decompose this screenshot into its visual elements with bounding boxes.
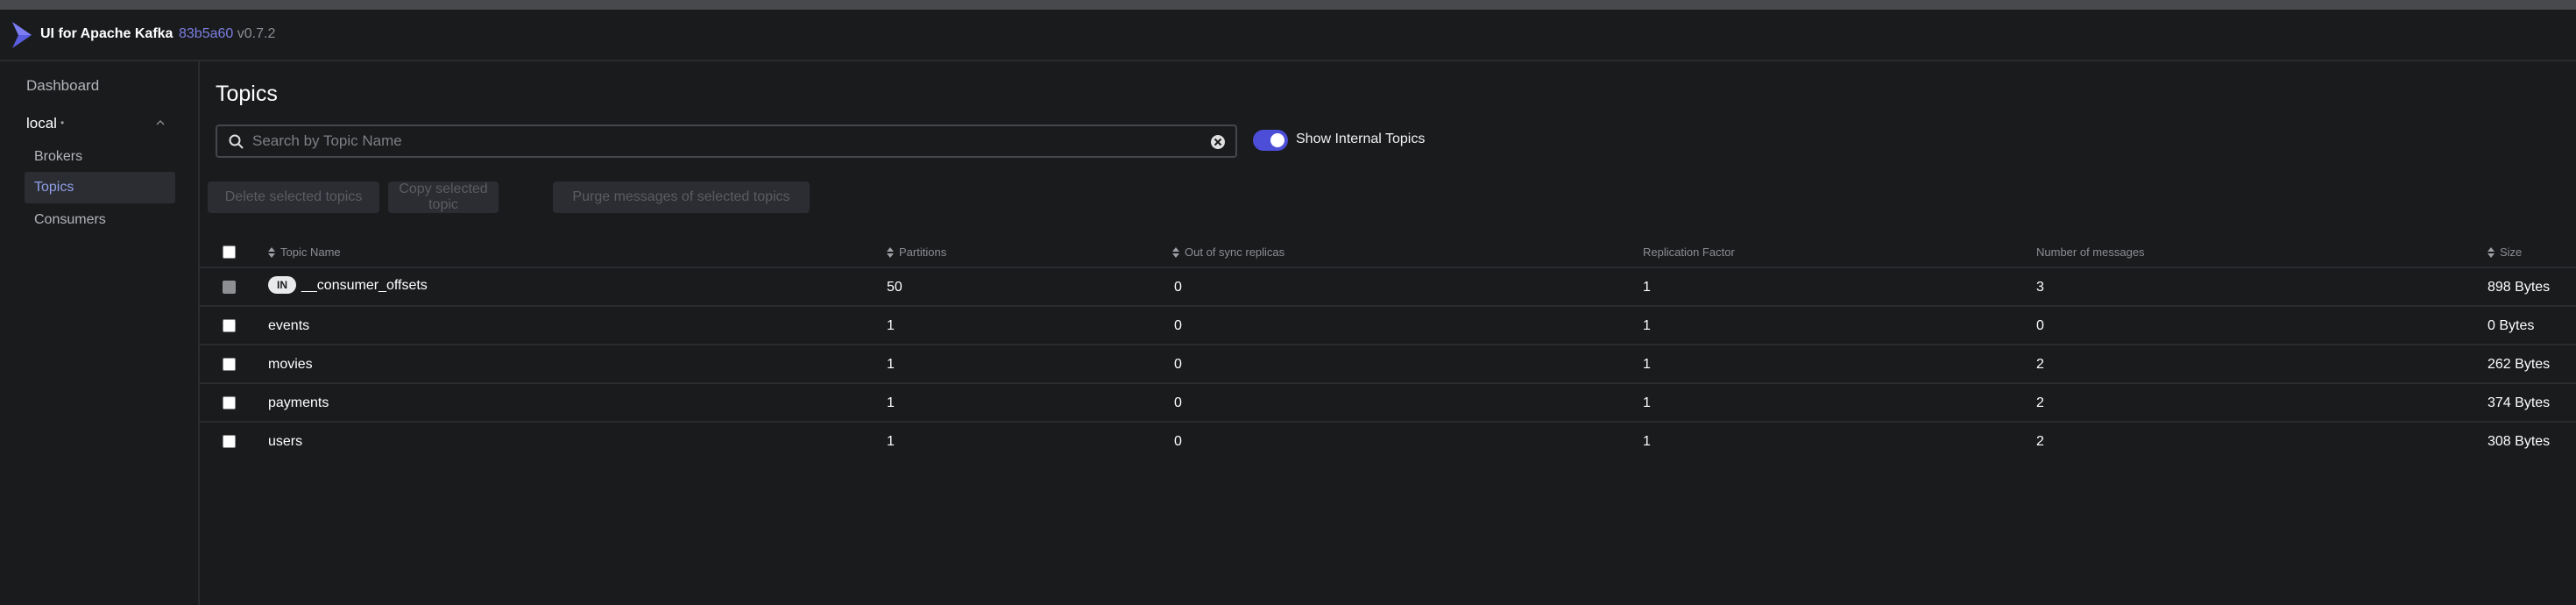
messages-cell: 2 bbox=[2036, 395, 2044, 410]
messages-cell: 0 bbox=[2036, 318, 2044, 333]
replication-factor-cell: 1 bbox=[1643, 434, 1651, 449]
topic-search-box bbox=[216, 125, 1237, 158]
header-out-of-sync[interactable]: Out of sync replicas bbox=[1172, 246, 1284, 259]
partitions-cell: 1 bbox=[887, 395, 895, 410]
purge-messages-button[interactable]: Purge messages of selected topics bbox=[553, 182, 810, 213]
out-of-sync-cell: 0 bbox=[1174, 434, 1182, 449]
header-topic-name[interactable]: Topic Name bbox=[268, 246, 341, 259]
row-checkbox[interactable] bbox=[223, 435, 236, 448]
row-checkbox[interactable] bbox=[223, 358, 236, 371]
header-number-of-messages-label: Number of messages bbox=[2036, 246, 2145, 259]
internal-badge: IN bbox=[268, 276, 296, 294]
table-row[interactable]: users 1 0 1 2 308 Bytes bbox=[200, 423, 2576, 461]
row-checkbox bbox=[223, 281, 236, 294]
row-checkbox[interactable] bbox=[223, 319, 236, 332]
header-replication-factor-label: Replication Factor bbox=[1643, 246, 1735, 259]
cluster-status-dot: • bbox=[60, 117, 65, 129]
out-of-sync-cell: 0 bbox=[1174, 395, 1182, 410]
replication-factor-cell: 1 bbox=[1643, 395, 1651, 410]
out-of-sync-cell: 0 bbox=[1174, 357, 1182, 372]
header-size-label: Size bbox=[2500, 246, 2523, 259]
kafka-logo-icon[interactable] bbox=[11, 21, 33, 49]
out-of-sync-cell: 0 bbox=[1174, 318, 1182, 333]
partitions-cell: 1 bbox=[887, 434, 895, 449]
replication-factor-cell: 1 bbox=[1643, 357, 1651, 372]
version-info: 83b5a60 v0.7.2 bbox=[179, 26, 275, 42]
topic-name-link[interactable]: users bbox=[268, 434, 302, 450]
size-cell: 308 Bytes bbox=[2488, 434, 2551, 449]
version-hash-link[interactable]: 83b5a60 bbox=[179, 26, 233, 41]
sidebar-item-topics[interactable]: Topics bbox=[34, 180, 74, 196]
topic-name-link[interactable]: movies bbox=[268, 357, 313, 373]
table-header: Topic Name Partitions Out of sync replic… bbox=[200, 235, 2576, 268]
sort-icon bbox=[887, 246, 894, 258]
messages-cell: 2 bbox=[2036, 434, 2044, 449]
show-internal-topics-toggle[interactable] bbox=[1253, 130, 1288, 151]
chevron-up-icon[interactable] bbox=[156, 118, 165, 127]
size-cell: 0 Bytes bbox=[2488, 318, 2535, 333]
clear-search-icon[interactable] bbox=[1209, 133, 1227, 151]
top-header: UI for Apache Kafka 83b5a60 v0.7.2 bbox=[0, 10, 2576, 61]
sort-icon bbox=[2488, 246, 2495, 258]
version-tag: v0.7.2 bbox=[237, 26, 276, 41]
show-internal-topics-label: Show Internal Topics bbox=[1296, 132, 1426, 146]
delete-selected-topics-button[interactable]: Delete selected topics bbox=[208, 182, 379, 213]
partitions-cell: 50 bbox=[887, 280, 902, 295]
header-partitions-label: Partitions bbox=[899, 246, 947, 259]
sidebar-item-dashboard[interactable]: Dashboard bbox=[26, 77, 99, 95]
topic-name-link[interactable]: __consumer_offsets bbox=[301, 278, 428, 293]
page-title: Topics bbox=[216, 82, 278, 106]
header-partitions[interactable]: Partitions bbox=[887, 246, 946, 259]
replication-factor-cell: 1 bbox=[1643, 280, 1651, 295]
out-of-sync-cell: 0 bbox=[1174, 280, 1182, 295]
messages-cell: 2 bbox=[2036, 357, 2044, 372]
copy-selected-topic-button[interactable]: Copy selected topic bbox=[388, 182, 499, 213]
cluster-name: local bbox=[26, 115, 57, 132]
sidebar-cluster-local[interactable]: local • bbox=[26, 115, 64, 132]
sidebar-item-brokers[interactable]: Brokers bbox=[34, 149, 82, 165]
header-out-of-sync-label: Out of sync replicas bbox=[1185, 246, 1285, 259]
size-cell: 898 Bytes bbox=[2488, 280, 2551, 295]
topic-name-cell[interactable]: IN __consumer_offsets bbox=[268, 276, 428, 295]
size-cell: 262 Bytes bbox=[2488, 357, 2551, 372]
partitions-cell: 1 bbox=[887, 318, 895, 333]
table-row[interactable]: IN __consumer_offsets 50 0 1 3 898 Bytes bbox=[200, 268, 2576, 307]
header-topic-name-label: Topic Name bbox=[280, 246, 341, 259]
size-cell: 374 Bytes bbox=[2488, 395, 2551, 410]
sort-icon bbox=[268, 246, 275, 258]
sort-icon bbox=[1172, 246, 1179, 258]
replication-factor-cell: 1 bbox=[1643, 318, 1651, 333]
search-input[interactable] bbox=[252, 130, 1181, 153]
sidebar-item-consumers[interactable]: Consumers bbox=[34, 212, 106, 228]
sidebar: Dashboard local • Brokers Topics Consumer… bbox=[0, 61, 200, 605]
browser-top-strip bbox=[0, 0, 2576, 10]
topic-name-link[interactable]: payments bbox=[268, 395, 329, 411]
app-title[interactable]: UI for Apache Kafka bbox=[40, 26, 173, 42]
header-number-of-messages: Number of messages bbox=[2036, 246, 2145, 259]
header-size[interactable]: Size bbox=[2488, 246, 2522, 259]
row-checkbox[interactable] bbox=[223, 396, 236, 409]
table-row[interactable]: movies 1 0 1 2 262 Bytes bbox=[200, 345, 2576, 384]
partitions-cell: 1 bbox=[887, 357, 895, 372]
search-icon bbox=[229, 134, 244, 149]
table-row[interactable]: payments 1 0 1 2 374 Bytes bbox=[200, 384, 2576, 423]
toggle-knob bbox=[1270, 133, 1284, 147]
messages-cell: 3 bbox=[2036, 280, 2044, 295]
topic-name-link[interactable]: events bbox=[268, 318, 309, 334]
topics-table: Topic Name Partitions Out of sync replic… bbox=[200, 235, 2576, 461]
select-all-checkbox[interactable] bbox=[223, 246, 236, 259]
table-row[interactable]: events 1 0 1 0 0 Bytes bbox=[200, 307, 2576, 345]
header-replication-factor: Replication Factor bbox=[1643, 246, 1735, 259]
